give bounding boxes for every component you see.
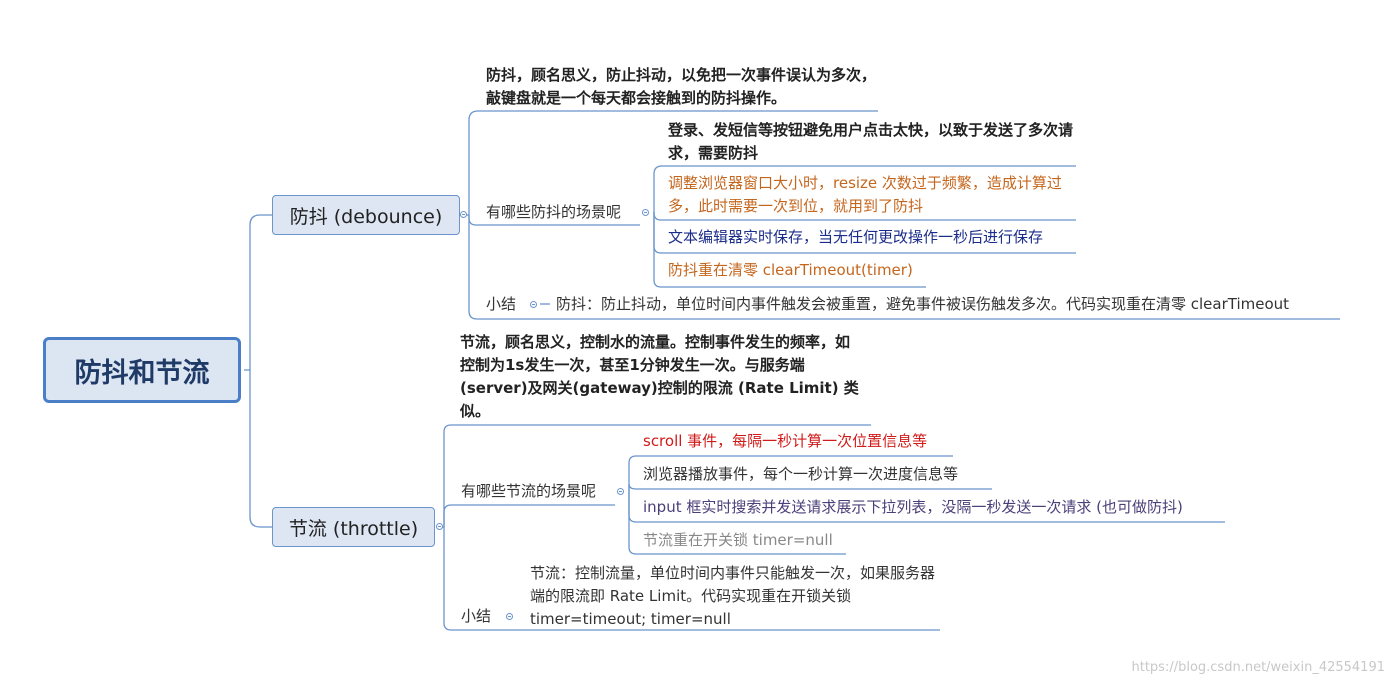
throttle-scene-2: 浏览器播放事件，每个一秒计算一次进度信息等	[643, 465, 959, 483]
connector-root-throttle	[249, 370, 272, 528]
debounce-definition: 防抖，顾名思义，防止抖动，以免把一次事件误认为多次，敲键盘就是一个每天都会接触到…	[486, 66, 877, 107]
watermark: https://blog.csdn.net/weixin_42554191	[1131, 660, 1385, 675]
debounce-scene-3: 文本编辑器实时保存，当无任何更改操作一秒后进行保存	[668, 228, 1044, 246]
collapse-debounce-scenes-icon[interactable]	[642, 209, 649, 216]
collapse-debounce-summary-icon[interactable]	[530, 301, 537, 308]
throttle-definition: 节流，顾名思义，控制水的流量。控制事件发生的频率，如控制为1s发生一次，甚至1分…	[460, 333, 859, 420]
debounce-scene-1: 登录、发短信等按钮避免用户点击太快，以致于发送了多次请求，需要防抖	[668, 121, 1074, 162]
debounce-summary: 防抖：防止抖动，单位时间内事件触发会被重置，避免事件被误伤触发多次。代码实现重在…	[556, 295, 1290, 313]
connector-root-debounce	[244, 214, 272, 371]
debounce-scene-2: 调整浏览器窗口大小时，resize 次数过于频繁，造成计算过多，此时需要一次到位…	[668, 174, 1062, 215]
root-node[interactable]: 防抖和节流	[43, 337, 241, 403]
throttle-summary-label[interactable]: 小结	[461, 605, 491, 628]
collapse-throttle-scenes-icon[interactable]	[617, 488, 624, 495]
branch-debounce[interactable]: 防抖 (debounce)	[272, 195, 460, 235]
throttle-summary: 节流：控制流量，单位时间内事件只能触发一次，如果服务器端的限流即 Rate Li…	[530, 564, 936, 628]
debounce-scene-4: 防抖重在清零 clearTimeout(timer)	[668, 261, 913, 279]
collapse-debounce-icon[interactable]	[460, 211, 467, 218]
debounce-summary-label[interactable]: 小结	[486, 293, 516, 316]
throttle-scene-3: input 框实时搜索并发送请求展示下拉列表，没隔一秒发送一次请求 (也可做防抖…	[643, 498, 1183, 516]
debounce-scenes-label[interactable]: 有哪些防抖的场景呢	[486, 201, 621, 224]
throttle-scene-4: 节流重在开关锁 timer=null	[643, 531, 833, 549]
branch-throttle[interactable]: 节流 (throttle)	[272, 507, 435, 547]
connector-throttle-scenes	[443, 504, 615, 527]
collapse-throttle-icon[interactable]	[436, 523, 443, 530]
throttle-scene-1: scroll 事件，每隔一秒计算一次位置信息等	[643, 432, 928, 450]
throttle-scenes-label[interactable]: 有哪些节流的场景呢	[461, 480, 596, 503]
collapse-throttle-summary-icon[interactable]	[506, 613, 513, 620]
